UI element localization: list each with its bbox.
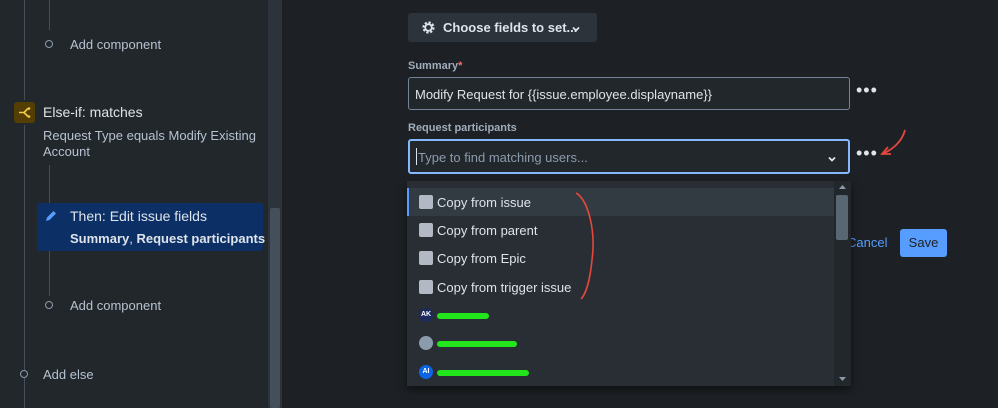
- then-fields: Summary, Request participants: [70, 231, 265, 246]
- else-if-title[interactable]: Else-if: matches: [43, 104, 143, 120]
- participants-input[interactable]: Type to find matching users...: [408, 139, 850, 174]
- user-avatar-icon: [419, 195, 433, 209]
- option-label: Copy from trigger issue: [437, 280, 572, 295]
- dropdown-option[interactable]: Copy from issue: [407, 188, 835, 216]
- scroll-down-icon[interactable]: [838, 376, 847, 382]
- option-label: Copy from parent: [437, 223, 538, 238]
- dropdown-option[interactable]: Copy from parent: [407, 216, 835, 244]
- user-avatar: AI: [419, 365, 433, 379]
- redacted-name: [437, 313, 489, 319]
- red-annotation-arrow-icon: [880, 129, 906, 155]
- dropdown-option[interactable]: Copy from trigger issue: [407, 273, 835, 301]
- participants-dropdown: Copy from issue Copy from parent Copy fr…: [407, 181, 851, 386]
- save-button[interactable]: Save: [900, 229, 947, 257]
- red-annotation-bracket-icon: [575, 192, 594, 300]
- option-label: Copy from Epic: [437, 251, 526, 266]
- chevron-down-icon[interactable]: [827, 152, 837, 167]
- summary-more-icon[interactable]: •••: [856, 80, 878, 101]
- user-avatar-icon: [419, 251, 433, 265]
- summary-value: Modify Request for {{issue.employee.disp…: [415, 87, 713, 102]
- cancel-button[interactable]: Cancel: [847, 235, 887, 250]
- then-field-summary: Summary: [70, 231, 130, 246]
- choose-fields-button[interactable]: Choose fields to set...: [408, 13, 597, 42]
- then-edit-issue-fields-card[interactable]: Then: Edit issue fields Summary, Request…: [37, 203, 265, 251]
- user-option[interactable]: AK: [407, 301, 835, 329]
- add-component-bottom[interactable]: Add component: [70, 298, 161, 313]
- rule-panel: Add component Else-if: matches Request T…: [0, 0, 268, 408]
- flow-line: [49, 0, 50, 30]
- flow-line-outer: [24, 125, 25, 408]
- flow-line-outer: [24, 0, 25, 100]
- add-else[interactable]: Add else: [43, 367, 94, 382]
- redacted-name: [437, 370, 529, 376]
- add-component-dot: [45, 40, 53, 48]
- option-label: Copy from issue: [437, 195, 531, 210]
- gear-icon: [420, 19, 437, 39]
- add-component-dot: [45, 301, 53, 309]
- required-marker: *: [458, 60, 463, 72]
- chevron-down-icon: [571, 22, 581, 37]
- user-option[interactable]: AI: [407, 358, 835, 386]
- participants-more-icon[interactable]: •••: [856, 143, 878, 164]
- user-avatar: [419, 336, 433, 350]
- add-else-dot: [20, 370, 28, 378]
- participants-label: Request participants: [408, 122, 517, 134]
- branch-icon: [14, 102, 35, 123]
- left-panel-scroll-thumb[interactable]: [270, 208, 280, 408]
- pencil-icon: [44, 209, 58, 226]
- user-avatar-icon: [419, 223, 433, 237]
- else-if-condition-cont: Account: [43, 144, 90, 159]
- divider: [282, 0, 290, 408]
- choose-fields-label: Choose fields to set...: [443, 20, 578, 35]
- text-cursor: [416, 148, 417, 165]
- add-component-top[interactable]: Add component: [70, 37, 161, 52]
- user-avatar-icon: [419, 280, 433, 294]
- scroll-up-icon[interactable]: [838, 184, 847, 190]
- participants-placeholder: Type to find matching users...: [418, 150, 588, 165]
- then-field-participants: Request participants: [136, 231, 266, 246]
- flow-line: [49, 165, 50, 203]
- summary-label-text: Summary: [408, 60, 459, 72]
- user-avatar: AK: [419, 308, 433, 322]
- summary-label: Summary*: [408, 60, 462, 72]
- user-option[interactable]: [407, 329, 835, 357]
- then-title: Then: Edit issue fields: [70, 208, 207, 224]
- dropdown-scroll-thumb[interactable]: [836, 195, 848, 240]
- flow-line: [49, 251, 50, 296]
- redacted-name: [437, 341, 517, 347]
- summary-input[interactable]: Modify Request for {{issue.employee.disp…: [408, 77, 850, 110]
- dropdown-option[interactable]: Copy from Epic: [407, 244, 835, 272]
- else-if-condition: Request Type equals Modify Existing: [43, 128, 256, 143]
